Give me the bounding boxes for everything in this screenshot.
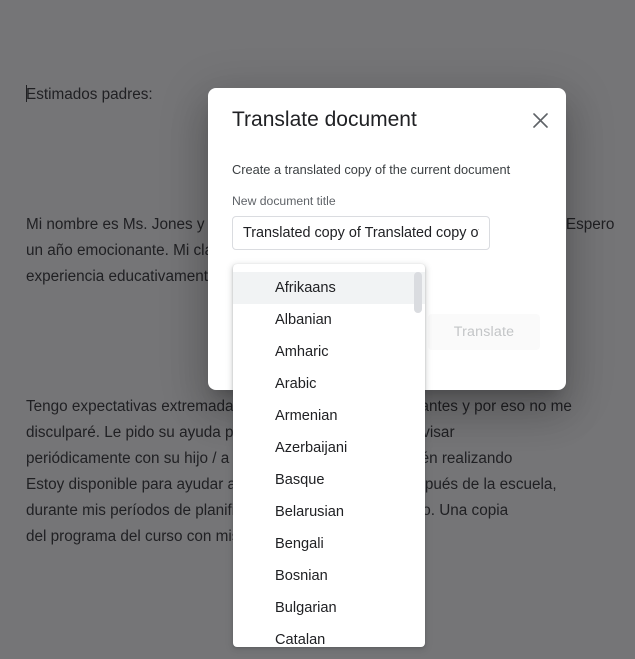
language-option[interactable]: Albanian	[233, 304, 425, 336]
translate-button[interactable]: Translate	[428, 314, 540, 350]
language-option[interactable]: Catalan	[233, 624, 425, 647]
language-option-label: Afrikaans	[275, 280, 336, 296]
new-document-title-label: New document title	[232, 194, 336, 208]
language-option[interactable]: Basque	[233, 464, 425, 496]
language-option[interactable]: Belarusian	[233, 496, 425, 528]
language-option-label: Bengali	[275, 536, 324, 552]
language-option-label: Belarusian	[275, 504, 344, 520]
language-option[interactable]: Bosnian	[233, 560, 425, 592]
translate-document-dialog: Translate document Create a translated c…	[208, 88, 566, 647]
language-option-label: Bosnian	[275, 568, 328, 584]
language-option[interactable]: Arabic	[233, 368, 425, 400]
language-option[interactable]: Azerbaijani	[233, 432, 425, 464]
new-document-title-input[interactable]	[232, 216, 490, 250]
dialog-subtitle: Create a translated copy of the current …	[232, 162, 511, 177]
language-option-list: Afrikaans Albanian Amharic Arabic Armenian Az…	[233, 264, 425, 647]
language-option-label: Bulgarian	[275, 600, 337, 616]
language-option[interactable]: Bengali	[233, 528, 425, 560]
close-icon[interactable]	[528, 108, 552, 132]
language-option-label: Armenian	[275, 408, 338, 424]
language-option[interactable]: Afrikaans	[233, 272, 425, 304]
language-option-label: Catalan	[275, 632, 326, 647]
language-option-label: Albanian	[275, 312, 332, 328]
language-option-label: Basque	[275, 472, 325, 488]
language-list-scrollbar[interactable]	[414, 272, 422, 639]
language-dropdown-menu: Afrikaans Albanian Amharic Arabic Armenian Az…	[233, 264, 425, 647]
language-option[interactable]: Bulgarian	[233, 592, 425, 624]
language-option[interactable]: Amharic	[233, 336, 425, 368]
language-option-label: Amharic	[275, 344, 329, 360]
language-option[interactable]: Armenian	[233, 400, 425, 432]
language-option-label: Arabic	[275, 376, 317, 392]
close-icon-glyph	[532, 112, 548, 128]
dialog-title: Translate document	[232, 108, 417, 131]
language-option-label: Azerbaijani	[275, 440, 348, 456]
language-list-scroll-thumb[interactable]	[414, 272, 422, 313]
